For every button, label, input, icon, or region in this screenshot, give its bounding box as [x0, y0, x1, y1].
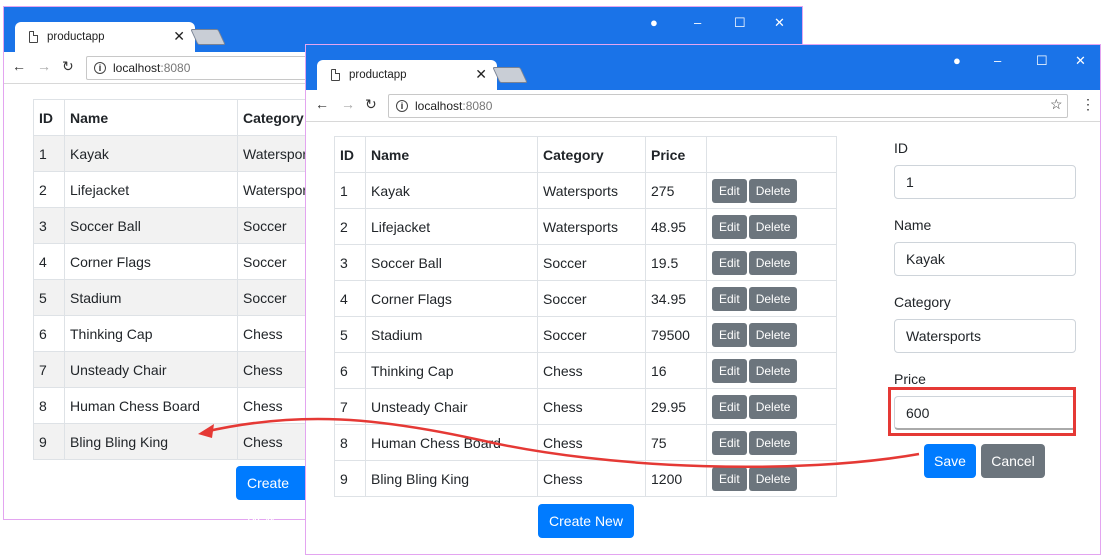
annotation-arrow [198, 417, 920, 469]
